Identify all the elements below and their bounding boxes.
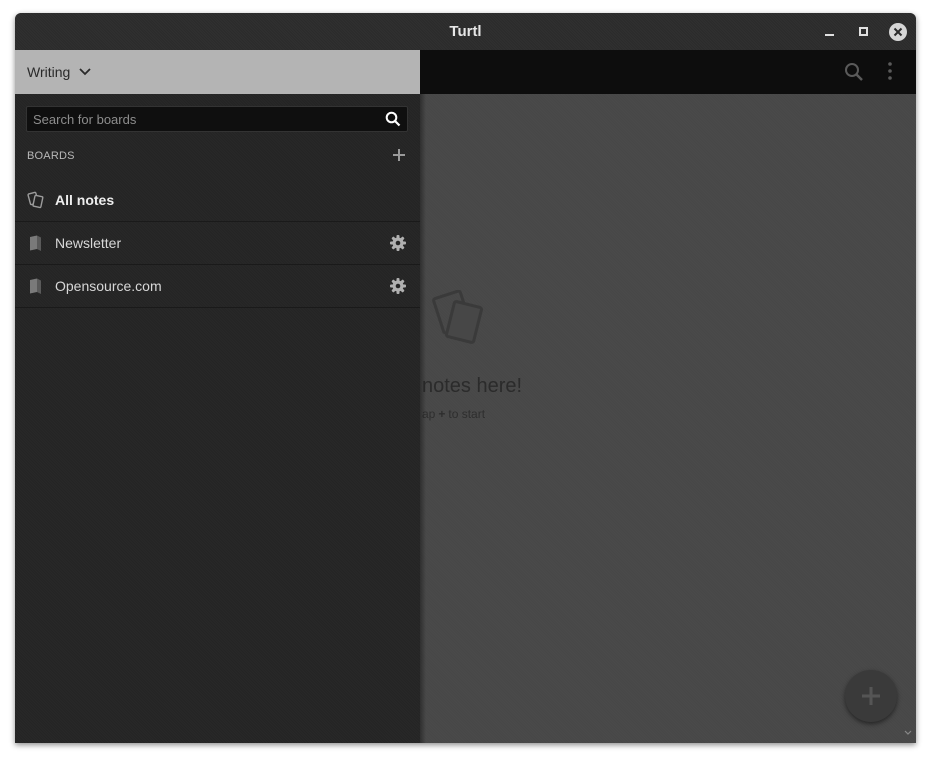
add-board-icon[interactable] — [392, 148, 406, 162]
main-toolbar — [420, 50, 916, 94]
empty-state-title: notes here! — [422, 375, 523, 397]
board-icon — [30, 235, 41, 251]
board-item-label: Opensource.com — [55, 278, 162, 294]
board-item-label: Newsletter — [55, 235, 122, 251]
empty-notes-icon — [432, 290, 484, 344]
search-icon[interactable] — [844, 62, 864, 82]
maximize-icon — [859, 27, 868, 36]
plus-icon: + — [438, 407, 446, 421]
board-icon — [30, 278, 41, 294]
minimize-icon — [825, 34, 834, 36]
board-search — [26, 106, 408, 132]
title-bar[interactable]: Turtl — [15, 13, 916, 50]
close-button[interactable] — [889, 23, 907, 41]
maximize-button[interactable] — [855, 23, 873, 41]
empty-state-hint: ap + to start — [422, 407, 485, 421]
minimize-button[interactable] — [821, 23, 839, 41]
space-selector[interactable]: Writing — [15, 50, 420, 94]
gear-icon[interactable] — [390, 235, 406, 251]
space-name: Writing — [27, 64, 71, 80]
app-window: Turtl notes here! ap + to start Writing … — [15, 13, 916, 743]
board-item-newsletter[interactable]: Newsletter — [15, 222, 420, 265]
board-search-input[interactable] — [33, 109, 373, 129]
board-item-label: All notes — [55, 192, 115, 208]
notes-area: notes here! ap + to start — [420, 94, 916, 743]
plus-icon — [862, 687, 880, 705]
more-vert-icon[interactable] — [886, 61, 894, 81]
all-notes-icon — [27, 191, 44, 209]
board-item-all-notes[interactable]: All notes — [15, 179, 420, 222]
search-icon[interactable] — [385, 111, 401, 127]
board-list: All notes Newsletter Opensource.com — [15, 179, 420, 308]
window-title: Turtl — [449, 23, 482, 40]
board-item-opensource[interactable]: Opensource.com — [15, 265, 420, 308]
sidebar: Writing BOARDS All notes — [15, 50, 420, 743]
add-note-button[interactable] — [845, 670, 897, 722]
empty-hint-suffix: to start — [448, 407, 486, 421]
close-icon — [893, 27, 903, 37]
gear-icon[interactable] — [390, 278, 406, 294]
boards-heading: BOARDS — [27, 150, 75, 162]
chevron-down-icon — [79, 68, 91, 76]
sidebar-shadow — [420, 94, 426, 743]
resize-grip-icon[interactable] — [903, 729, 913, 737]
